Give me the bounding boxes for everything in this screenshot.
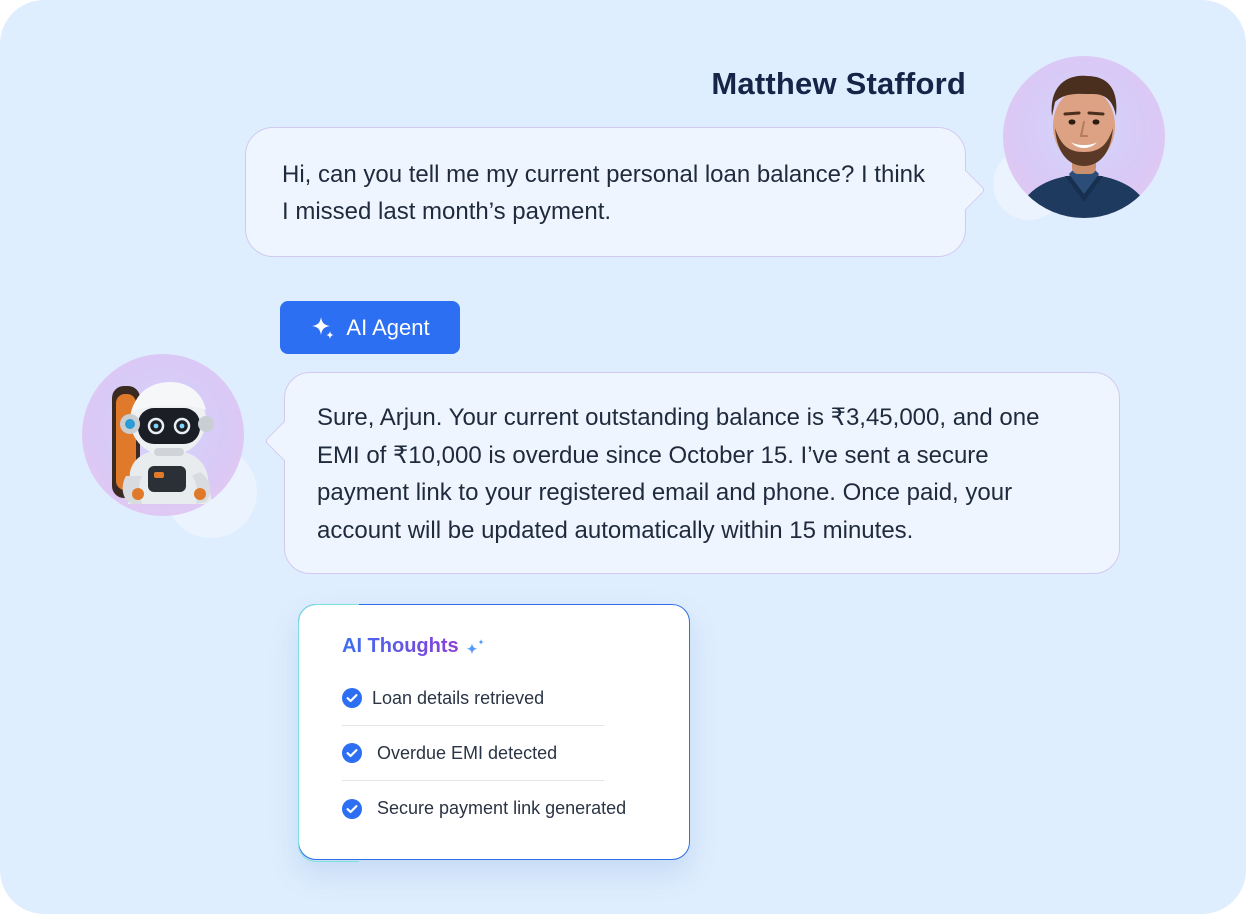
user-avatar	[1003, 56, 1165, 218]
sparkle-icon	[466, 638, 484, 655]
user-message-bubble: Hi, can you tell me my current personal …	[245, 127, 986, 257]
check-circle-icon	[342, 798, 362, 819]
thought-item-label: Secure payment link generated	[377, 798, 627, 818]
sparkle-icon	[312, 316, 335, 339]
thought-item: Secure payment link generated	[342, 781, 626, 836]
ai-thoughts-title-text: AI Thoughts	[342, 635, 459, 657]
agent-avatar	[82, 354, 244, 516]
agent-message-text: Sure, Arjun. Your current outstanding ba…	[317, 404, 1040, 544]
bubble-tail	[946, 170, 986, 210]
user-portrait-illustration	[1017, 75, 1151, 218]
ai-thoughts-card: AI Thoughts Loan details retrieved Overd…	[297, 603, 690, 862]
ai-thoughts-title: AI Thoughts	[342, 635, 487, 658]
check-circle-icon	[342, 688, 362, 708]
thought-item-label: Loan details retrieved	[372, 687, 545, 708]
user-message-text: Hi, can you tell me my current personal …	[282, 161, 925, 225]
ai-agent-tag: AI Agent	[280, 301, 460, 354]
bubble-tail	[264, 421, 304, 461]
user-name: Matthew Stafford	[711, 66, 966, 101]
check-circle-icon	[342, 743, 362, 763]
ai-agent-tag-label: AI Agent	[346, 314, 430, 340]
thought-item: Loan details retrieved	[342, 671, 604, 726]
chat-canvas: Matthew Stafford Hi, can you tell me my …	[0, 0, 1246, 914]
agent-message-bubble: Sure, Arjun. Your current outstanding ba…	[264, 372, 1120, 574]
thought-item: Overdue EMI detected	[342, 726, 604, 781]
robot-illustration	[112, 382, 214, 504]
thought-item-label: Overdue EMI detected	[377, 742, 558, 763]
